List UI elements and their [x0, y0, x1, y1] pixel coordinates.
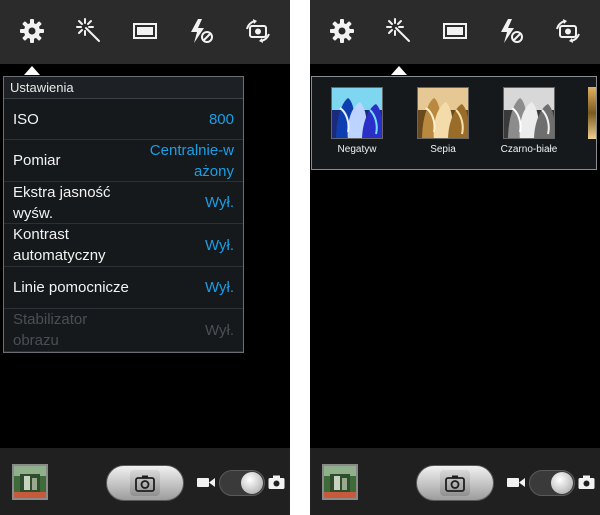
camera-toolbar [0, 0, 290, 64]
setting-value: 800 [208, 110, 234, 128]
next-effect-thumbnail[interactable] [588, 87, 596, 139]
switch-camera-icon[interactable] [243, 16, 273, 46]
menu-pointer [391, 66, 407, 75]
negative-thumbnail [331, 87, 383, 139]
setting-row-guidelines[interactable]: Linie pomocnicze Wył. [4, 267, 243, 309]
gear-icon[interactable] [17, 16, 47, 46]
screen-frame-icon[interactable] [440, 16, 470, 46]
setting-label: Ekstra jasność wyśw. [13, 183, 111, 222]
settings-panel: Ustawienia ISO 800 Pomiar Centralnie-w a… [3, 76, 244, 353]
gear-icon[interactable] [327, 16, 357, 46]
setting-label: Pomiar [13, 152, 61, 169]
video-icon [507, 476, 525, 489]
screen-frame-icon[interactable] [130, 16, 160, 46]
switch-camera-icon[interactable] [553, 16, 583, 46]
effect-label: Negatyw [337, 144, 377, 155]
photo-icon [268, 475, 285, 490]
shutter-button[interactable] [106, 465, 184, 501]
effect-label: Sepia [430, 144, 456, 155]
effect-black-white[interactable]: Czarno-białe [489, 87, 569, 155]
black-white-thumbnail [503, 87, 555, 139]
effects-panel: Negatyw Sepia Czarno-białe [311, 76, 597, 170]
toggle-knob[interactable] [241, 472, 263, 494]
effect-sepia[interactable]: Sepia [403, 87, 483, 155]
effect-negative[interactable]: Negatyw [317, 87, 397, 155]
panel-title: Ustawienia [4, 77, 243, 99]
setting-label: Stabilizator obrazu [13, 311, 88, 349]
camera-icon [130, 470, 160, 496]
flash-off-icon[interactable] [496, 16, 526, 46]
camera-mode-toggle[interactable] [219, 470, 265, 496]
setting-value: Centralnie-w ażony [149, 141, 234, 180]
setting-row-iso[interactable]: ISO 800 [4, 99, 243, 140]
setting-row-extra-brightness[interactable]: Ekstra jasność wyśw. Wył. [4, 182, 243, 224]
effect-label: Czarno-białe [500, 144, 558, 155]
video-icon [197, 476, 215, 489]
menu-pointer [24, 66, 40, 75]
gallery-thumbnail[interactable] [322, 464, 358, 500]
camera-icon [440, 470, 470, 496]
setting-value: Wył. [204, 236, 234, 254]
setting-value: Wył. [204, 321, 234, 339]
camera-mode-toggle[interactable] [529, 470, 575, 496]
setting-label: Kontrast automatyczny [13, 226, 106, 264]
setting-value: Wył. [204, 194, 234, 211]
setting-row-metering[interactable]: Pomiar Centralnie-w ażony [4, 140, 243, 182]
setting-label: ISO [13, 110, 39, 128]
magic-wand-icon[interactable] [74, 16, 104, 46]
sepia-thumbnail [417, 87, 469, 139]
setting-value: Wył. [204, 279, 234, 296]
camera-bottom-bar [310, 448, 600, 515]
toggle-knob[interactable] [551, 472, 573, 494]
photo-icon [578, 475, 595, 490]
right-camera-screen: Negatyw Sepia Czarno-białe [310, 0, 600, 515]
shutter-button[interactable] [416, 465, 494, 501]
setting-label: Linie pomocnicze [13, 279, 129, 296]
setting-row-auto-contrast[interactable]: Kontrast automatyczny Wył. [4, 224, 243, 267]
left-camera-screen: Ustawienia ISO 800 Pomiar Centralnie-w a… [0, 0, 290, 515]
magic-wand-icon[interactable] [384, 16, 414, 46]
camera-toolbar [310, 0, 600, 64]
camera-bottom-bar [0, 448, 290, 515]
flash-off-icon[interactable] [186, 16, 216, 46]
setting-row-image-stabilizer: Stabilizator obrazu Wył. [4, 309, 243, 352]
gallery-thumbnail[interactable] [12, 464, 48, 500]
